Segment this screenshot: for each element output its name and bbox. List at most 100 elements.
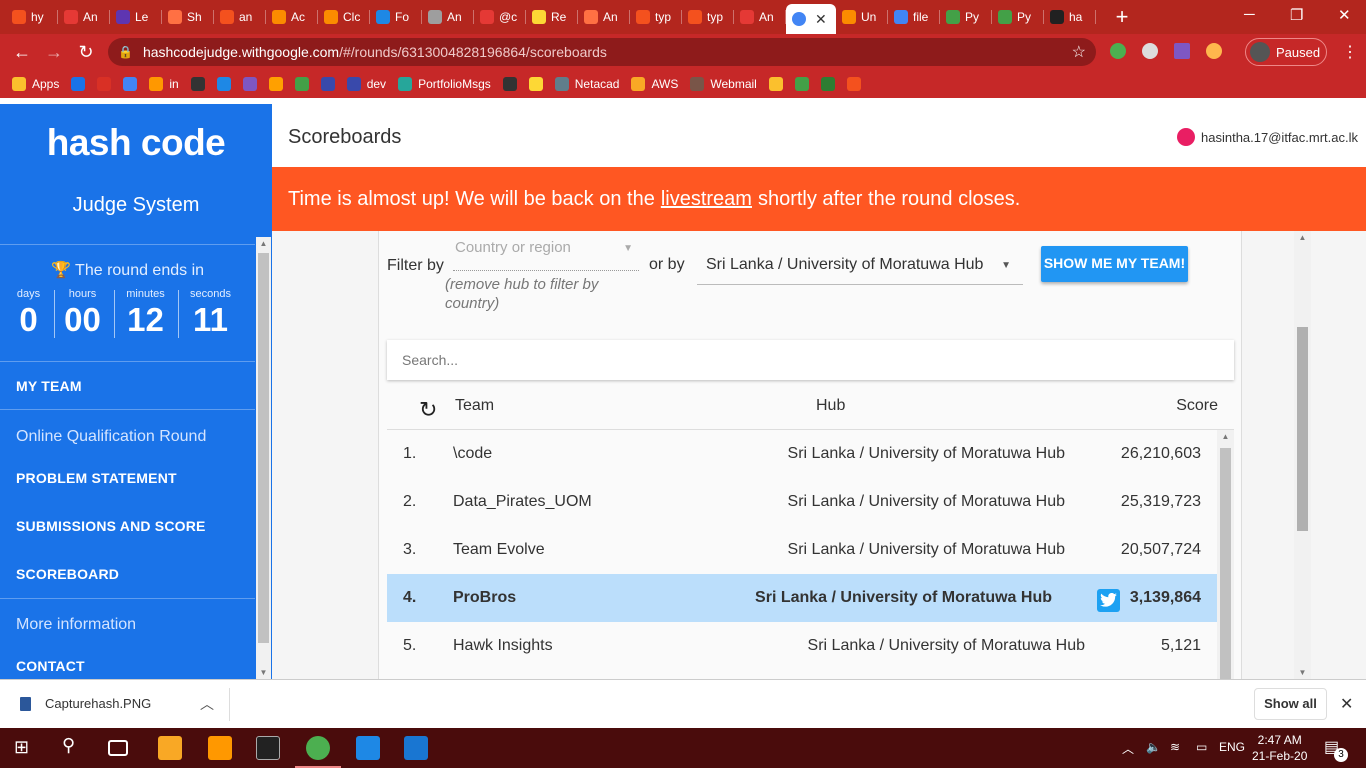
bookmark-item[interactable] — [268, 77, 283, 91]
bookmark-item[interactable] — [794, 77, 809, 91]
terminal-icon[interactable] — [256, 736, 280, 760]
user-account[interactable]: hasintha.17@itfac.mrt.ac.lk — [1177, 128, 1358, 146]
bookmark-item[interactable] — [320, 77, 335, 91]
bookmark-item[interactable]: AWS — [631, 77, 678, 91]
profile-button[interactable]: Paused — [1245, 38, 1327, 66]
sidebar-scrollbar[interactable]: ▲ ▼ — [256, 237, 271, 679]
search-input[interactable]: Search... — [387, 340, 1234, 380]
table-scrollbar[interactable]: ▲ — [1217, 430, 1234, 679]
scroll-down-icon[interactable]: ▼ — [1295, 668, 1310, 677]
browser-tab[interactable]: hy — [6, 3, 58, 31]
bookmark-item[interactable]: Netacad — [554, 77, 619, 91]
browser-tab[interactable]: file — [888, 3, 940, 31]
sidebar-item-contact[interactable]: CONTACT — [16, 658, 85, 674]
browser-tab[interactable]: Py — [940, 3, 992, 31]
twitter-share-icon[interactable] — [1097, 589, 1120, 612]
address-bar[interactable]: 🔒 hashcodejudge.withgoogle.com/#/rounds/… — [108, 38, 1096, 66]
sidebar-item-my-team[interactable]: MY TEAM — [16, 378, 82, 394]
scroll-up-icon[interactable]: ▲ — [1218, 432, 1233, 441]
browser-tab[interactable]: Sh — [162, 3, 214, 31]
bookmark-item[interactable]: PortfolioMsgs — [398, 77, 491, 91]
table-row[interactable]: 1. \code Sri Lanka / University of Moratuw… — [387, 430, 1217, 478]
sublime-icon[interactable] — [208, 736, 232, 760]
browser-tab[interactable]: Clc — [318, 3, 370, 31]
new-tab-button[interactable]: + — [1110, 4, 1134, 30]
bookmark-item[interactable] — [528, 77, 543, 91]
extension-icon[interactable] — [1110, 43, 1126, 59]
browser-tab[interactable]: An — [58, 3, 110, 31]
browser-tab[interactable]: Un — [836, 3, 888, 31]
sidebar-item-problem-statement[interactable]: PROBLEM STATEMENT — [16, 470, 177, 486]
page-scrollbar[interactable]: ▲ ▼ — [1294, 231, 1311, 679]
table-row[interactable]: 2. Data_Pirates_UOM Sri Lanka / University… — [387, 478, 1217, 526]
volume-icon[interactable]: 🔈 — [1146, 740, 1161, 754]
scrollbar-thumb[interactable] — [1297, 327, 1308, 531]
battery-icon[interactable]: ▭ — [1196, 740, 1207, 754]
bookmark-item[interactable] — [820, 77, 835, 91]
extension-icon[interactable] — [1206, 43, 1222, 59]
chevron-up-icon[interactable]: ︿ — [200, 694, 214, 714]
browser-tab[interactable]: Fo — [370, 3, 422, 31]
scroll-down-icon[interactable]: ▼ — [256, 668, 271, 677]
bookmark-item[interactable] — [846, 77, 861, 91]
bookmark-star-icon[interactable]: ☆ — [1072, 42, 1086, 62]
browser-tab[interactable]: @c — [474, 3, 526, 31]
scrollbar-thumb[interactable] — [258, 253, 269, 643]
bookmark-item[interactable] — [216, 77, 231, 91]
maximize-icon[interactable]: ❐ — [1290, 6, 1303, 24]
browser-tab[interactable]: Re — [526, 3, 578, 31]
wifi-icon[interactable]: ≋ — [1170, 740, 1180, 754]
windows-start-icon[interactable]: ⊞ — [14, 737, 38, 761]
browser-tab[interactable]: An — [734, 3, 786, 31]
browser-tab[interactable]: An — [422, 3, 474, 31]
bookmark-item[interactable]: dev — [346, 77, 386, 91]
back-icon[interactable]: ← — [6, 42, 38, 63]
browser-tab[interactable]: ha — [1044, 3, 1096, 31]
browser-tab[interactable]: typ — [630, 3, 682, 31]
bookmark-item[interactable]: Webmail — [690, 77, 757, 91]
photos-icon[interactable] — [356, 736, 380, 760]
bookmark-item[interactable] — [768, 77, 783, 91]
bookmark-item[interactable] — [190, 77, 205, 91]
table-row[interactable]: 5. Hawk Insights Sri Lanka / University of… — [387, 622, 1217, 670]
browser-tab[interactable]: Ac — [266, 3, 318, 31]
browser-tab[interactable]: An — [578, 3, 630, 31]
download-item[interactable]: Capturehash.PNG — [20, 696, 151, 711]
bookmark-item[interactable]: in — [149, 77, 179, 91]
search-icon[interactable]: ⚲ — [62, 735, 86, 759]
close-icon[interactable]: ✕ — [1340, 694, 1353, 714]
minimize-icon[interactable]: ─ — [1244, 6, 1255, 23]
extension-icon[interactable] — [1142, 43, 1158, 59]
table-row[interactable]: 3. Team Evolve Sri Lanka / University of M… — [387, 526, 1217, 574]
show-all-button[interactable]: Show all — [1254, 688, 1327, 720]
sidebar-item-submissions[interactable]: SUBMISSIONS AND SCORE — [16, 518, 206, 534]
show-my-team-button[interactable]: SHOW ME MY TEAM! — [1041, 246, 1188, 282]
system-clock[interactable]: 2:47 AM 21-Feb-20 — [1252, 732, 1307, 764]
country-select[interactable]: Country or region ▼ — [453, 237, 639, 271]
bookmark-item[interactable] — [123, 77, 138, 91]
vscode-icon[interactable] — [404, 736, 428, 760]
scroll-up-icon[interactable]: ▲ — [1295, 233, 1310, 242]
livestream-link[interactable]: livestream — [661, 188, 752, 211]
chevron-up-icon[interactable]: ︿ — [1122, 740, 1134, 757]
tab-active-scoreboard[interactable]: ✕ — [786, 4, 836, 34]
browser-tab[interactable]: Le — [110, 3, 162, 31]
close-tab-icon[interactable]: ✕ — [815, 11, 827, 28]
menu-icon[interactable]: ⋮ — [1342, 42, 1358, 62]
file-explorer-icon[interactable] — [158, 736, 182, 760]
sidebar-item-scoreboard[interactable]: SCOREBOARD — [16, 566, 119, 582]
bookmark-item[interactable] — [242, 77, 257, 91]
bookmark-item[interactable] — [71, 77, 86, 91]
extension-icon[interactable] — [1174, 43, 1190, 59]
language-indicator[interactable]: ENG — [1219, 740, 1245, 754]
scroll-up-icon[interactable]: ▲ — [256, 239, 271, 248]
task-view-icon[interactable] — [108, 740, 128, 756]
reload-icon[interactable]: ↻ — [70, 42, 102, 63]
bookmark-item[interactable] — [97, 77, 112, 91]
bookmark-item[interactable]: Apps — [12, 77, 59, 91]
hub-select[interactable]: Sri Lanka / University of Moratuwa Hub ▼ — [697, 245, 1023, 285]
forward-icon[interactable]: → — [38, 42, 70, 63]
chrome-icon[interactable] — [306, 736, 330, 760]
browser-tab[interactable]: Py — [992, 3, 1044, 31]
table-row[interactable]: 4. ProBros Sri Lanka / University of Morat… — [387, 574, 1217, 622]
